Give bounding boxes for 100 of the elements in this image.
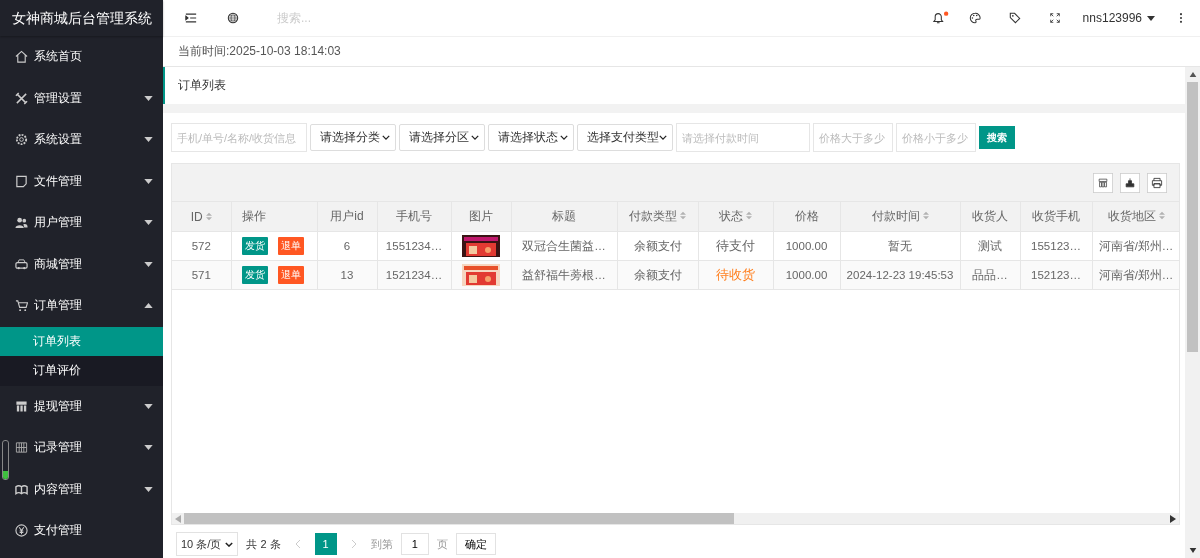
filter-select[interactable]: 请选择分区	[399, 124, 485, 151]
palette-icon[interactable]	[968, 12, 981, 24]
filter-select[interactable]: 请选择分类	[310, 124, 396, 151]
menu-icon[interactable]	[185, 12, 197, 24]
table-cell: 河南省/郑州…	[1092, 260, 1179, 290]
columns-icon[interactable]	[1093, 172, 1113, 193]
nav-item[interactable]: 用户管理	[0, 202, 163, 244]
status-text: 待收货	[716, 267, 755, 282]
chevron-down-icon	[471, 135, 479, 140]
column-header: 手机号	[377, 202, 451, 232]
print-icon[interactable]	[1147, 172, 1167, 193]
column-header: 状态	[698, 202, 773, 232]
action-button[interactable]: 发货	[241, 237, 268, 255]
scrollbar-thumb[interactable]	[1187, 82, 1198, 352]
column-header: 用户id	[317, 202, 377, 232]
table-cell: 余额支付	[617, 260, 698, 290]
table-cell: 1551234…	[377, 231, 451, 261]
table-icon	[15, 441, 28, 455]
status-text: 待支付	[716, 238, 755, 253]
chevron-down-icon	[659, 135, 667, 140]
table-cell: 155123…	[1020, 231, 1092, 261]
nav-item[interactable]: 系统设置	[0, 119, 163, 161]
filter-select[interactable]: 选择支付类型	[577, 124, 673, 151]
nav-item[interactable]: 文件管理	[0, 160, 163, 202]
scroll-right-icon[interactable]	[1170, 514, 1176, 523]
globe-icon[interactable]	[227, 12, 239, 24]
page-unit: 页	[436, 536, 448, 552]
page-input[interactable]: 1	[400, 533, 429, 555]
nav-item[interactable]: 记录管理	[0, 427, 163, 469]
filter-field[interactable]: 价格大于多少	[813, 123, 893, 152]
scroll-down-icon[interactable]	[1188, 548, 1197, 553]
table-cell: 6	[317, 231, 377, 261]
export-icon[interactable]	[1120, 172, 1140, 193]
column-header: 操作	[231, 202, 317, 232]
table-cell: 品品…	[960, 260, 1020, 290]
brand-title: 女神商城后台管理系统	[0, 0, 163, 36]
table-cell: 1521234…	[377, 260, 451, 290]
table-cell: 益舒福牛蒡根…	[511, 260, 617, 290]
column-header: 图片	[451, 202, 511, 232]
table-cell: 13	[317, 260, 377, 290]
nav-item[interactable]: 系统首页	[0, 36, 163, 78]
car-icon	[15, 257, 28, 271]
table-cell: 1000.00	[773, 260, 840, 290]
nav-item[interactable]: 商城管理	[0, 243, 163, 285]
nav-subitem[interactable]: 订单列表	[0, 326, 163, 356]
goto-label: 到第	[370, 536, 393, 552]
cart-icon	[15, 299, 28, 313]
tools-icon	[15, 91, 28, 105]
nav-item[interactable]: 支付管理	[0, 510, 163, 552]
gear-icon	[15, 133, 28, 147]
bell-icon[interactable]	[930, 11, 949, 25]
action-button[interactable]: 发货	[241, 266, 268, 284]
scrollbar-thumb[interactable]	[184, 513, 734, 524]
fullscreen-icon[interactable]	[1048, 12, 1061, 24]
page-button[interactable]: 1	[314, 533, 337, 555]
column-header: 付款时间	[840, 202, 960, 232]
nav-item[interactable]: 内容管理	[0, 468, 163, 510]
filter-field[interactable]: 手机/单号/名称/收货信息	[171, 123, 307, 152]
more-icon[interactable]	[1179, 12, 1183, 24]
nav-item[interactable]: 提现管理	[0, 385, 163, 427]
scroll-indicator	[2, 440, 9, 480]
table-cell: 152123…	[1020, 260, 1092, 290]
nav-item[interactable]: 管理设置	[0, 77, 163, 119]
nav-subitem[interactable]: 订单评价	[0, 356, 163, 386]
filter-field[interactable]: 请选择付款时间	[676, 123, 810, 152]
user-menu[interactable]: nns123996	[1082, 11, 1155, 25]
tag-icon[interactable]	[1008, 12, 1021, 24]
doc-icon	[15, 174, 28, 188]
caret-down-icon	[1147, 15, 1155, 21]
column-header: 付款类型	[617, 202, 698, 232]
table-cell: 2024-12-23 19:45:53	[840, 260, 960, 290]
chevron-down-icon	[225, 541, 234, 547]
column-header: 标题	[511, 202, 617, 232]
scroll-up-icon[interactable]	[1188, 72, 1197, 77]
table-cell: 572	[172, 231, 231, 261]
column-header: 收货手机	[1020, 202, 1092, 232]
current-time: 当前时间:2025-10-03 18:14:03	[178, 43, 341, 60]
filter-select[interactable]: 请选择状态	[488, 124, 574, 151]
column-header: 收货人	[960, 202, 1020, 232]
confirm-button[interactable]: 确定	[455, 533, 496, 555]
table-cell: 测试	[960, 231, 1020, 261]
column-header: 价格	[773, 202, 840, 232]
filter-field[interactable]: 价格小于多少	[896, 123, 976, 152]
table-cell: 河南省/郑州…	[1092, 231, 1179, 261]
table-cell: 余额支付	[617, 231, 698, 261]
column-header: 收货地区	[1092, 202, 1179, 232]
tab-title: 订单列表	[178, 77, 226, 94]
total-count: 共 2 条	[246, 536, 281, 552]
yen-icon	[15, 524, 28, 538]
table-cell: 双冠合生菌益…	[511, 231, 617, 261]
column-header: ID	[172, 202, 231, 232]
chevron-down-icon	[560, 135, 568, 140]
table-cell: 571	[172, 260, 231, 290]
page-size-select[interactable]: 10 条/页	[176, 532, 239, 556]
book-icon	[15, 482, 28, 496]
search-button[interactable]: 搜索	[979, 126, 1015, 149]
table-cell: 暂无	[840, 231, 960, 261]
users-icon	[15, 216, 28, 230]
nav-item[interactable]: 订单管理	[0, 285, 163, 327]
home-icon	[15, 50, 28, 64]
